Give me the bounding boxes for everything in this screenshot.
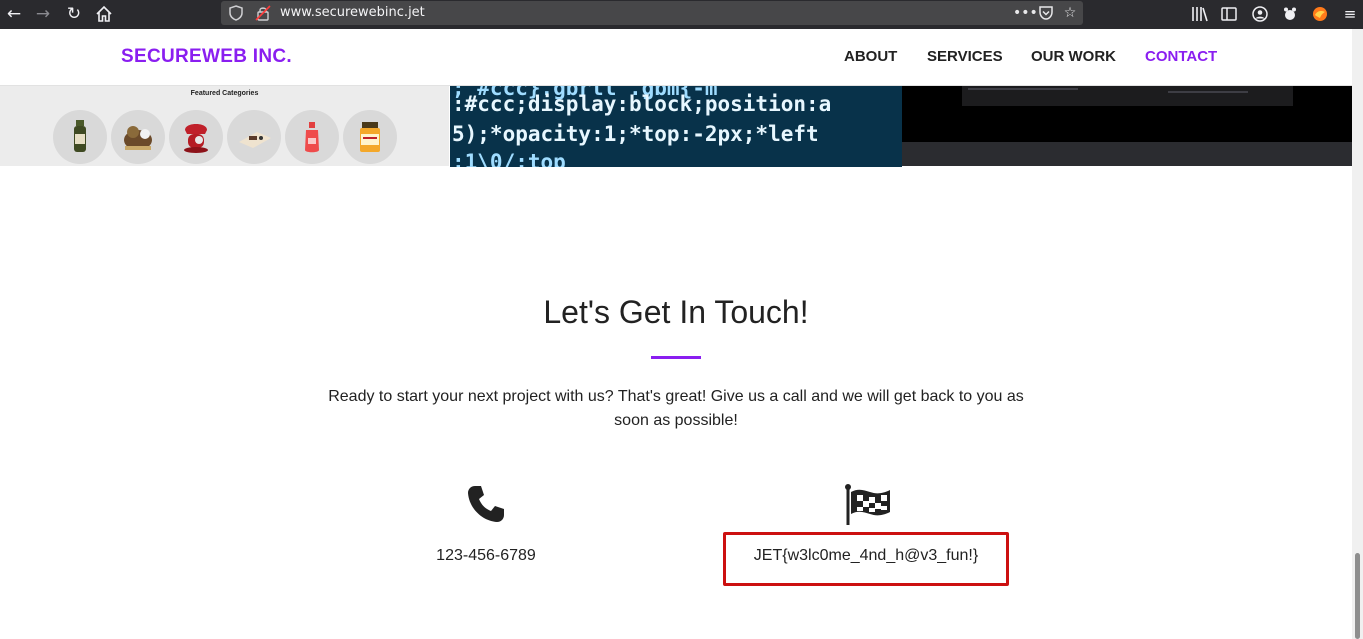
category-image	[343, 110, 397, 164]
flag-value[interactable]: JET{w3lc0me_4nd_h@v3_fun!}	[723, 547, 1009, 565]
panel-text-line	[1168, 91, 1248, 93]
portfolio-thumbnail-shop[interactable]: Featured Categories	[0, 86, 449, 166]
site-header: SECUREWEB INC. ABOUT SERVICES OUR WORK C…	[0, 29, 1352, 86]
browser-toolbar: ← → ↻ www.securewebinc.jet ••• ☆ ≡	[0, 0, 1363, 29]
pocket-icon[interactable]	[1036, 4, 1056, 22]
shield-icon[interactable]	[228, 5, 244, 21]
url-bar[interactable]: www.securewebinc.jet ••• ☆	[221, 1, 1083, 25]
nav-services[interactable]: SERVICES	[927, 48, 1003, 65]
category-image	[53, 110, 107, 164]
nav-our-work[interactable]: OUR WORK	[1031, 48, 1116, 65]
hamburger-menu-icon[interactable]: ≡	[1339, 3, 1361, 25]
reload-icon[interactable]: ↻	[63, 3, 85, 25]
category-image	[285, 110, 339, 164]
ellipsis-icon[interactable]: •••	[1013, 4, 1038, 22]
portfolio-thumbnail-code[interactable]: ; #ccc}.gbrtl .gbm{-m :#ccc;display:bloc…	[450, 86, 902, 167]
dashboard-bottom-bar	[902, 142, 1352, 166]
nav-contact[interactable]: CONTACT	[1145, 48, 1217, 65]
extension-icon[interactable]	[1309, 3, 1331, 25]
back-icon[interactable]: ←	[3, 3, 25, 25]
heading-divider	[651, 356, 701, 359]
brand-logo[interactable]: SECUREWEB INC.	[121, 46, 292, 68]
insecure-lock-icon[interactable]	[255, 5, 271, 21]
dashboard-panel	[962, 86, 1293, 106]
nav-about[interactable]: ABOUT	[844, 48, 897, 65]
panel-text-line	[968, 88, 1078, 90]
portfolio-thumbnail-dashboard[interactable]	[902, 86, 1352, 166]
account-icon[interactable]	[1249, 3, 1271, 25]
sidebar-icon[interactable]	[1218, 3, 1240, 25]
contact-heading: Let's Get In Touch!	[543, 294, 809, 330]
checkered-flag-icon	[844, 484, 892, 526]
star-icon[interactable]: ☆	[1060, 4, 1080, 22]
home-icon[interactable]	[93, 3, 115, 25]
code-text: 5);*opacity:1;*top:-2px;*left	[452, 122, 819, 146]
code-text: :1\0/;top	[452, 150, 566, 167]
extension-icon[interactable]	[1279, 3, 1301, 25]
phone-number[interactable]: 123-456-6789	[386, 547, 586, 565]
scrollbar-thumb[interactable]	[1355, 553, 1360, 639]
category-image	[227, 110, 281, 164]
code-text: :#ccc;display:block;position:a	[452, 92, 832, 116]
phone-icon	[466, 484, 506, 524]
contact-description: Ready to start your next project with us…	[328, 388, 1024, 429]
library-icon[interactable]	[1189, 3, 1211, 25]
url-text[interactable]: www.securewebinc.jet	[280, 5, 425, 21]
category-image	[169, 110, 223, 164]
featured-categories-caption: Featured Categories	[190, 90, 259, 97]
page-scrollbar[interactable]	[1352, 29, 1363, 639]
category-image	[111, 110, 165, 164]
forward-icon[interactable]: →	[32, 3, 54, 25]
